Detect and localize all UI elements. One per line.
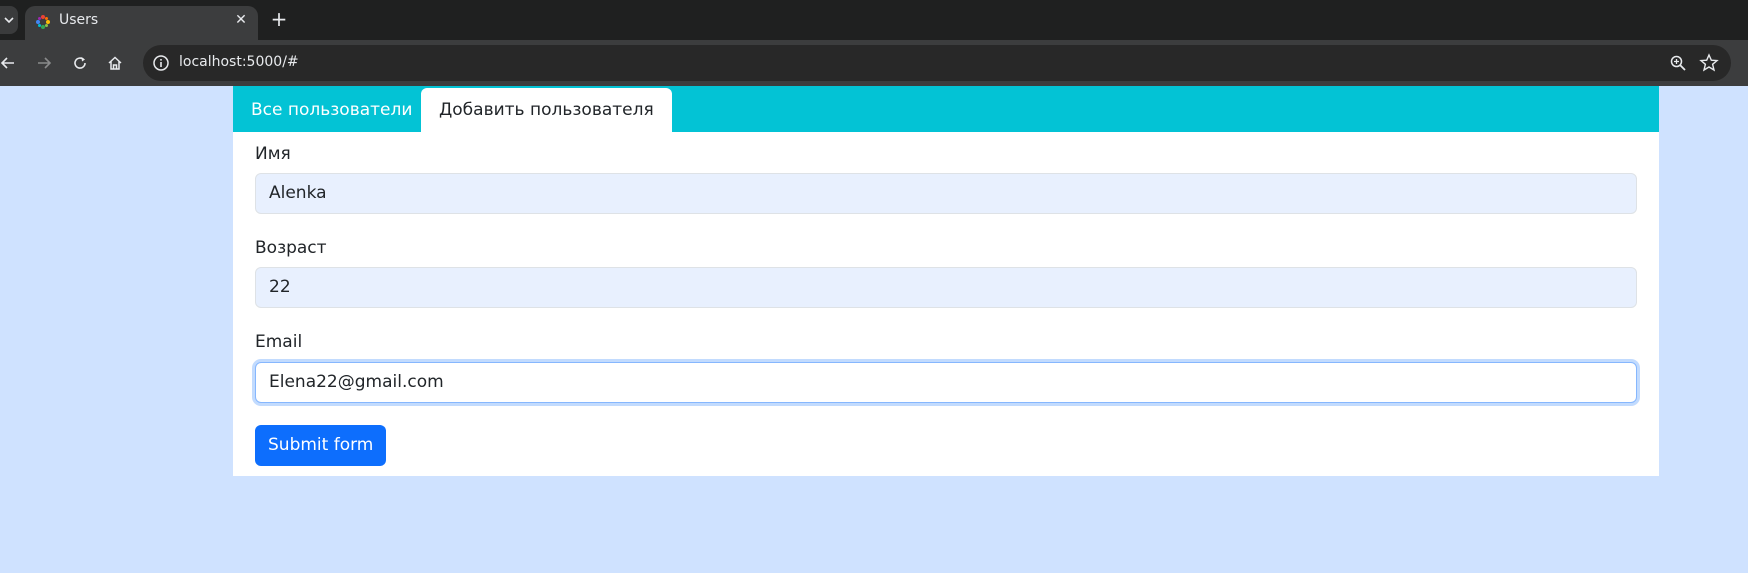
bookmark-star-icon[interactable] — [1699, 53, 1719, 73]
address-bar[interactable]: localhost:5000/# — [143, 45, 1731, 81]
age-label: Возраст — [255, 238, 327, 258]
close-icon[interactable]: ✕ — [232, 11, 250, 29]
name-label: Имя — [255, 144, 291, 164]
tab-all-users[interactable]: Все пользователи — [233, 88, 430, 132]
address-url[interactable]: localhost:5000/# — [179, 54, 299, 70]
nav-tabs: Все пользователи Добавить пользователя — [233, 86, 1659, 132]
site-info-icon[interactable] — [152, 54, 170, 72]
tab-search-button[interactable] — [0, 6, 18, 34]
browser-toolbar: localhost:5000/# — [0, 40, 1748, 86]
forward-icon[interactable] — [32, 51, 56, 75]
browser-tab[interactable]: Users ✕ — [25, 6, 258, 40]
back-icon[interactable] — [0, 51, 20, 75]
tab-add-user[interactable]: Добавить пользователя — [421, 88, 672, 132]
submit-button[interactable]: Submit form — [255, 425, 387, 466]
browser-tabstrip: Users ✕ + — [0, 0, 1748, 40]
favicon-icon — [36, 15, 50, 29]
reload-icon[interactable] — [68, 51, 92, 75]
home-icon[interactable] — [103, 51, 127, 75]
add-user-form: Имя Alenka Возраст 22 Email Elena22@gmai… — [233, 132, 1659, 476]
zoom-icon[interactable] — [1669, 54, 1687, 72]
email-input[interactable]: Elena22@gmail.com — [255, 362, 1637, 403]
browser-tab-title: Users — [59, 12, 99, 28]
new-tab-icon[interactable]: + — [268, 8, 290, 30]
page-viewport: Все пользователи Добавить пользователя И… — [0, 86, 1748, 573]
age-input[interactable]: 22 — [255, 267, 1637, 308]
name-input[interactable]: Alenka — [255, 173, 1637, 214]
chevron-down-icon — [4, 17, 14, 24]
main-container: Все пользователи Добавить пользователя И… — [233, 86, 1659, 476]
email-label: Email — [255, 332, 303, 352]
